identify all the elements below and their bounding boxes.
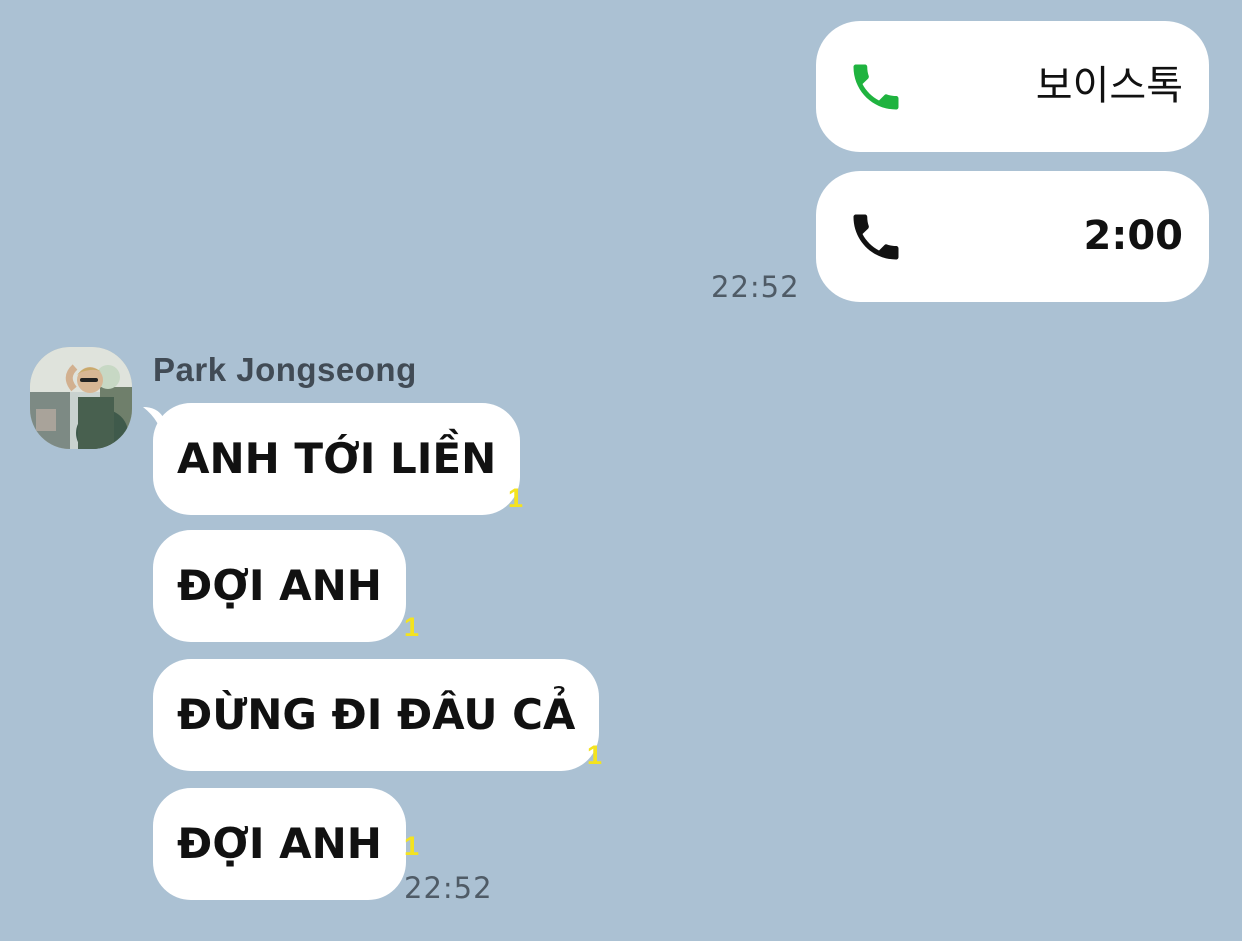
phone-icon: [853, 64, 899, 110]
call-duration-label: 2:00: [1083, 213, 1184, 259]
unread-count: 1: [587, 740, 603, 770]
sender-name: Park Jongseong: [153, 351, 417, 388]
chat-message[interactable]: ĐỢI ANH: [153, 788, 406, 900]
unread-count: 1: [404, 612, 420, 642]
unread-count: 1: [508, 483, 524, 513]
voice-call-message[interactable]: 보이스톡: [816, 21, 1209, 152]
chat-message[interactable]: ANH TỚI LIỀN: [153, 403, 521, 515]
incoming-timestamp: 22:52: [404, 871, 493, 905]
outgoing-timestamp: 22:52: [711, 270, 800, 304]
unread-count: 1: [404, 831, 420, 861]
call-duration-message[interactable]: 2:00: [816, 171, 1209, 302]
chat-message[interactable]: ĐỢI ANH: [153, 530, 406, 642]
chat-message[interactable]: ĐỪNG ĐI ĐÂU CẢ: [153, 659, 600, 771]
phone-icon: [853, 214, 899, 260]
sender-avatar[interactable]: [30, 347, 132, 449]
voice-call-label: 보이스톡: [1035, 63, 1183, 109]
profile-photo-icon: [30, 347, 132, 449]
